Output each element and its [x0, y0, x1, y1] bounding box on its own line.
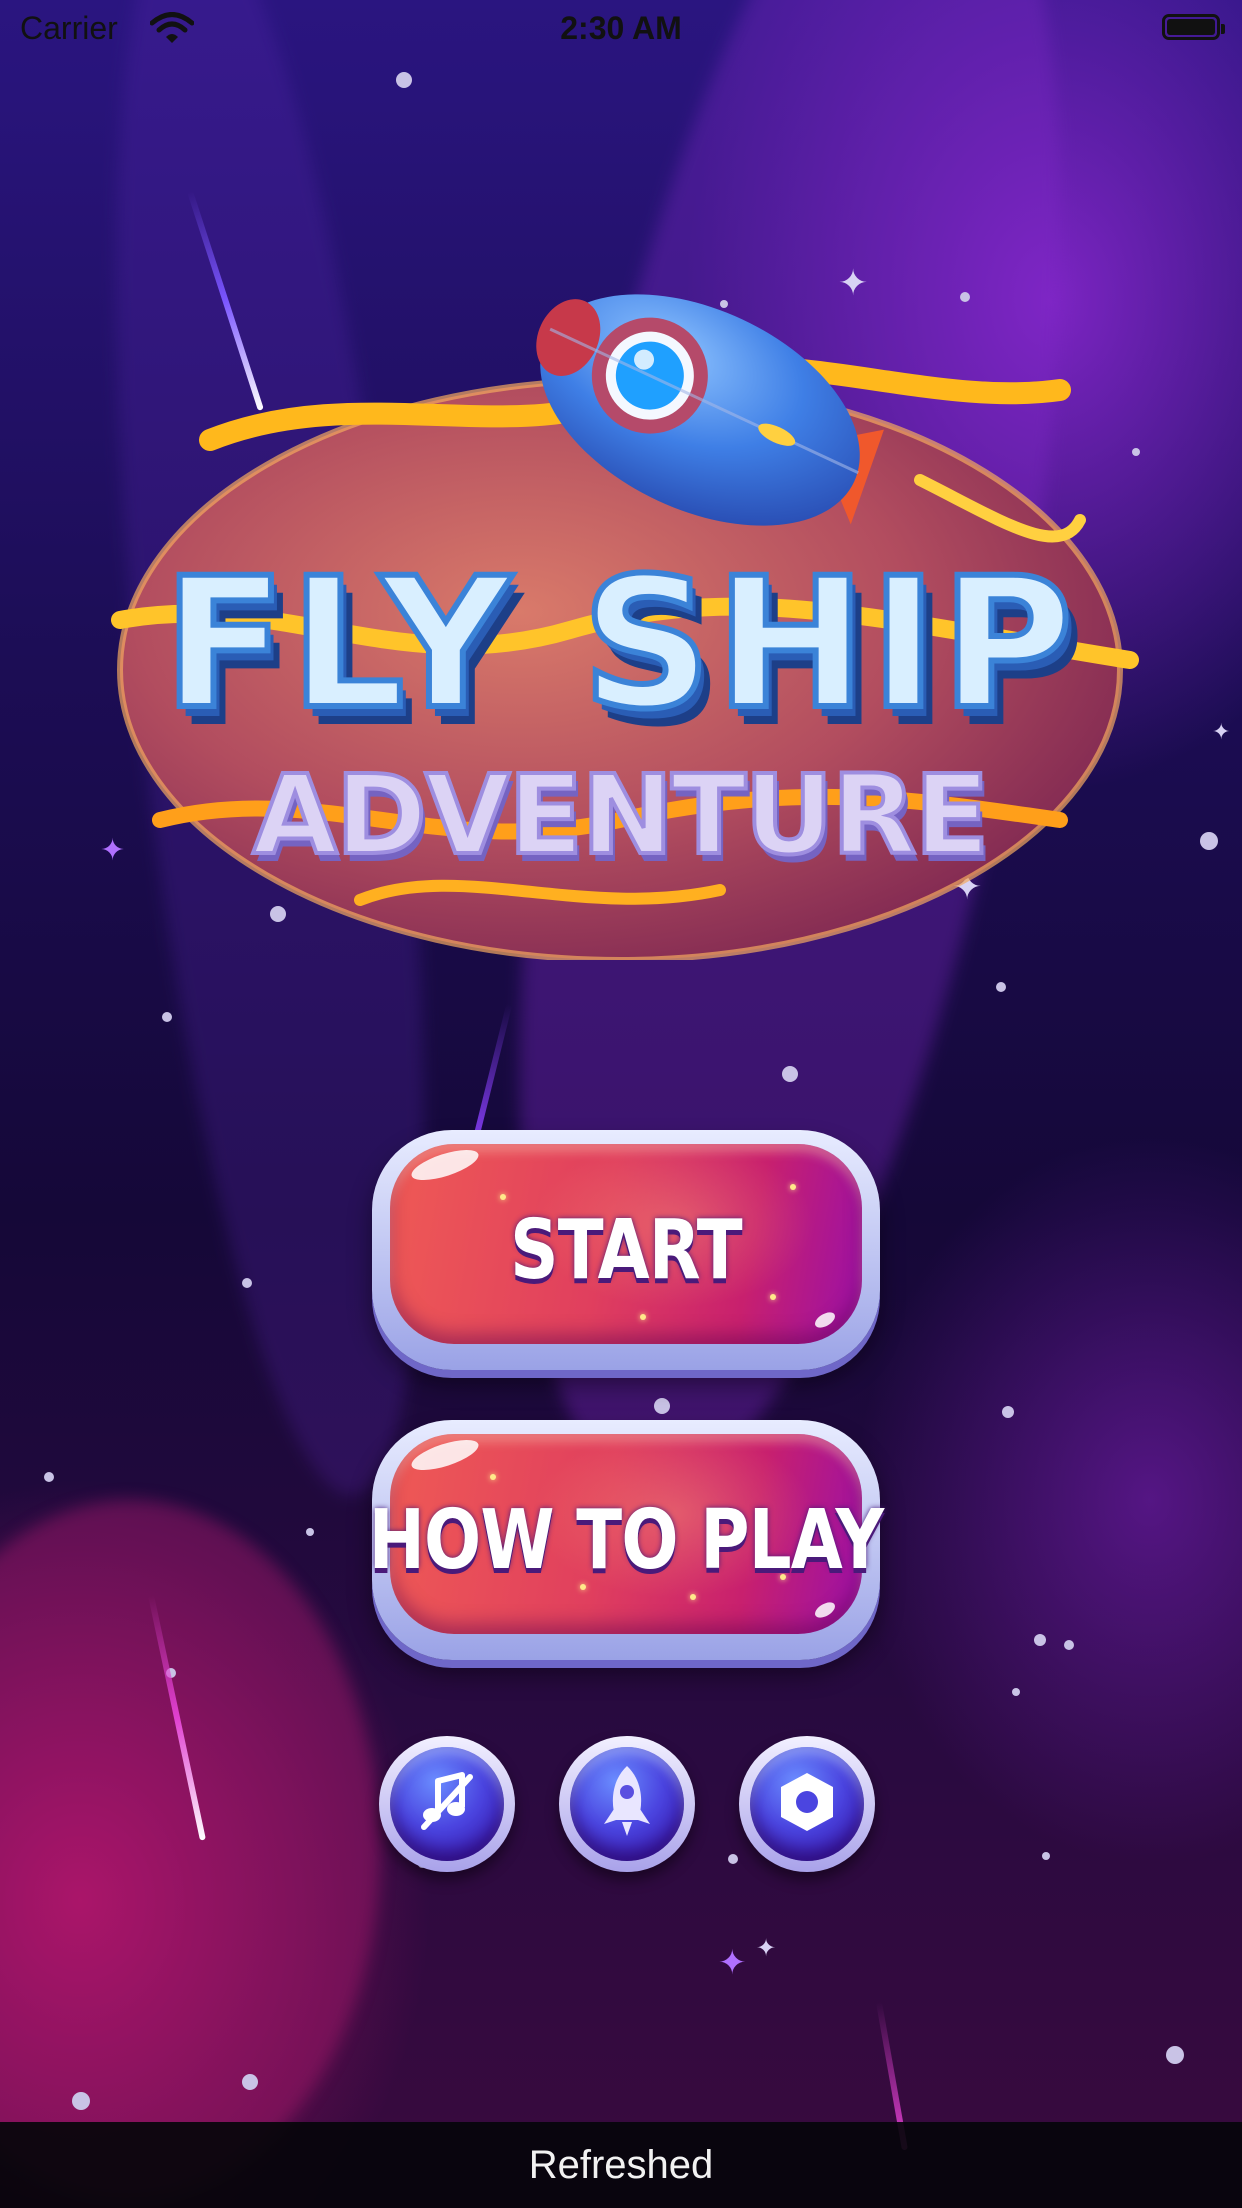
settings-button[interactable] — [739, 1736, 875, 1872]
toast-message: Refreshed — [528, 2142, 714, 2187]
star — [242, 2074, 258, 2090]
settings-face — [750, 1747, 864, 1861]
nebula-band — [0, 1500, 380, 2200]
star — [396, 72, 412, 88]
battery-icon — [1162, 14, 1225, 40]
logo-subtitle: ADVENTURE — [251, 751, 992, 879]
rocket-icon — [592, 1762, 662, 1846]
star — [72, 2092, 90, 2110]
hexagon-nut-icon — [772, 1767, 842, 1841]
logo-title: FLY SHIP — [160, 540, 1077, 749]
toast-banner: Refreshed — [0, 2122, 1242, 2208]
star — [1166, 2046, 1184, 2064]
star — [306, 1528, 314, 1536]
how-to-play-button[interactable]: HOW TO PLAY — [368, 1420, 885, 1660]
star — [44, 1472, 54, 1482]
star — [162, 1012, 172, 1022]
status-bar: Carrier 2:30 AM — [0, 0, 1242, 60]
star — [1064, 1640, 1074, 1650]
start-button[interactable]: START — [372, 1130, 880, 1370]
meteor — [470, 1003, 513, 1151]
start-button-label: START — [510, 1202, 742, 1298]
sparkle-star: ✦ — [756, 1934, 777, 1962]
music-toggle-button[interactable] — [379, 1736, 515, 1872]
star — [1042, 1852, 1050, 1860]
star — [654, 1398, 670, 1414]
music-toggle-face — [390, 1747, 504, 1861]
clock: 2:30 AM — [560, 10, 682, 46]
ship-select-button[interactable] — [559, 1736, 695, 1872]
star — [782, 1066, 798, 1082]
ship-select-face — [570, 1747, 684, 1861]
star — [242, 1278, 252, 1288]
star — [996, 982, 1006, 992]
sparkle-star: ✦ — [718, 1943, 747, 1983]
star — [1034, 1634, 1046, 1646]
game-menu-screen: ✦ ✦ ✦ ✦ ✦ ✦ ✦ Carrier 2:30 AM FLY SHIP A… — [0, 0, 1242, 2208]
music-off-icon — [412, 1767, 482, 1841]
star — [1012, 1688, 1020, 1696]
star — [1002, 1406, 1014, 1418]
star — [728, 1854, 738, 1864]
how-to-play-button-label: HOW TO PLAY — [368, 1492, 885, 1588]
